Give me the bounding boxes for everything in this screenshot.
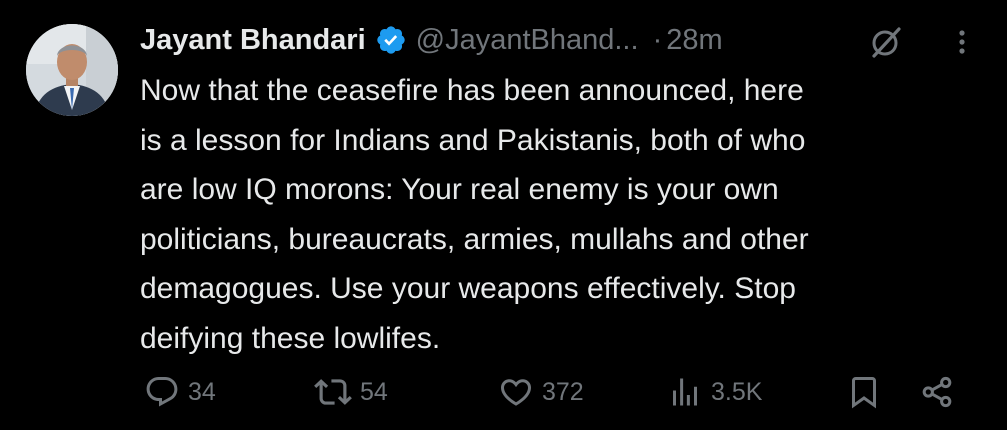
tweet-text: Now that the ceasefire has been announce…	[140, 74, 809, 355]
tweet[interactable]: Jayant Bhandari @JayantBhand... · 28m No…	[0, 0, 1007, 430]
more-options-icon[interactable]	[948, 24, 976, 60]
timestamp[interactable]: 28m	[666, 24, 722, 57]
verified-badge-icon	[375, 24, 407, 56]
avatar[interactable]	[26, 24, 118, 116]
reply-icon	[144, 374, 180, 410]
views-button[interactable]: 3.5K	[667, 368, 762, 416]
like-button[interactable]: 372	[498, 368, 584, 416]
action-bar: 34 54 372 3.5K	[0, 368, 1007, 416]
share-button[interactable]	[918, 368, 956, 416]
reply-count: 34	[188, 377, 216, 406]
bookmark-icon	[846, 374, 882, 410]
share-icon	[918, 373, 956, 411]
repost-count: 54	[360, 377, 388, 406]
tweet-header: Jayant Bhandari @JayantBhand... · 28m	[140, 18, 723, 62]
handle[interactable]: @JayantBhand...	[416, 24, 639, 57]
views-count: 3.5K	[711, 377, 763, 406]
bookmark-button[interactable]	[846, 368, 882, 416]
repost-icon	[314, 373, 352, 411]
display-name[interactable]: Jayant Bhandari	[140, 24, 366, 57]
repost-button[interactable]: 54	[314, 368, 388, 416]
grok-icon[interactable]	[868, 24, 904, 60]
separator-dot: ·	[652, 23, 663, 56]
reply-button[interactable]: 34	[144, 368, 216, 416]
like-count: 372	[542, 377, 584, 406]
views-chart-icon	[667, 374, 703, 410]
heart-icon	[498, 374, 534, 410]
